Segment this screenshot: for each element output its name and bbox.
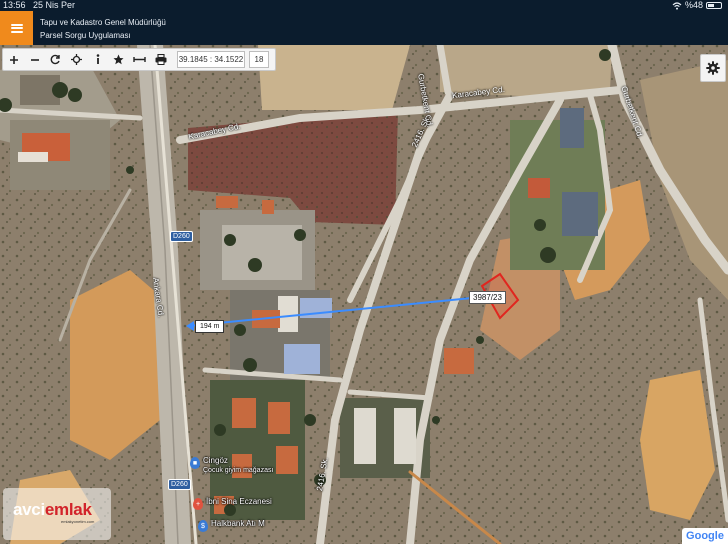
- measure-button[interactable]: [129, 49, 150, 70]
- header-titles: Tapu ve Kadastro Genel Müdürlüğü Parsel …: [40, 16, 166, 42]
- battery-icon: [706, 2, 722, 9]
- locate-button[interactable]: [66, 49, 87, 70]
- pharmacy-icon: +: [193, 498, 203, 510]
- satellite-imagery: [0, 45, 728, 544]
- info-icon: [96, 54, 99, 64]
- poi-halkbank[interactable]: $ Halkbank Atı M: [198, 519, 265, 532]
- watermark-brand: emlak: [44, 500, 92, 519]
- road-shield-d260-top: D260: [170, 231, 193, 242]
- status-date: 25 Nis Per: [33, 0, 76, 10]
- poi-name: İbni Sina Eczanesi: [206, 497, 272, 506]
- status-right: %48: [672, 0, 722, 11]
- battery-percent: %48: [684, 0, 703, 10]
- info-button[interactable]: [87, 49, 108, 70]
- poi-subtitle: Çocuk giyim mağazası: [203, 467, 274, 474]
- zoom-out-button[interactable]: [24, 49, 45, 70]
- bank-icon: $: [198, 520, 208, 532]
- crosshair-icon: [71, 54, 82, 65]
- poi-name: Halkbank Atı M: [211, 519, 265, 528]
- app-subtitle: Parsel Sorgu Uygulaması: [40, 31, 131, 40]
- settings-button[interactable]: [700, 54, 726, 82]
- app-header: Tapu ve Kadastro Genel Müdürlüğü Parsel …: [0, 11, 728, 45]
- print-button[interactable]: [150, 49, 171, 70]
- map-toolbar: 39.1845 : 34.1522 18: [2, 48, 276, 71]
- app-title: Tapu ve Kadastro Genel Müdürlüğü: [40, 18, 166, 27]
- zoom-in-button[interactable]: [3, 49, 24, 70]
- coordinates-field[interactable]: 39.1845 : 34.1522: [177, 51, 245, 68]
- zoom-level-field[interactable]: 18: [249, 51, 269, 68]
- refresh-icon: [50, 54, 60, 65]
- poi-cingoz[interactable]: ■ Cingöz Çocuk giyim mağazası: [190, 456, 273, 475]
- status-bar: 13:56 25 Nis Per %48: [0, 0, 728, 11]
- distance-label: 194 m: [195, 320, 225, 333]
- favorite-button[interactable]: [108, 49, 129, 70]
- watermark-logo: avciemlak emlakyonetim.com: [3, 488, 111, 540]
- wifi-icon: [672, 1, 682, 10]
- google-attribution[interactable]: Google: [682, 528, 728, 544]
- star-icon: [113, 54, 124, 65]
- map-view[interactable]: Karacabey Cd. Karacabey Cd. Gurbetkent C…: [0, 45, 728, 544]
- refresh-button[interactable]: [45, 49, 66, 70]
- road-shield-d260-bottom: D260: [168, 479, 191, 490]
- plus-icon: [9, 55, 18, 64]
- shopping-bag-icon: ■: [190, 457, 200, 469]
- parcel-label[interactable]: 3987/23: [469, 291, 506, 304]
- status-time: 13:56: [3, 0, 26, 10]
- minus-icon: [30, 58, 39, 61]
- poi-name: Cingöz: [203, 456, 228, 465]
- watermark-sub: emlakyonetim.com: [61, 519, 95, 524]
- poi-ibni-sina-eczanesi[interactable]: + İbni Sina Eczanesi: [193, 497, 272, 510]
- menu-button[interactable]: [0, 11, 33, 45]
- watermark-prefix: avci: [13, 500, 45, 519]
- gear-icon: [706, 61, 720, 75]
- ruler-icon: [133, 57, 146, 62]
- hamburger-icon: [10, 23, 23, 33]
- printer-icon: [155, 54, 166, 65]
